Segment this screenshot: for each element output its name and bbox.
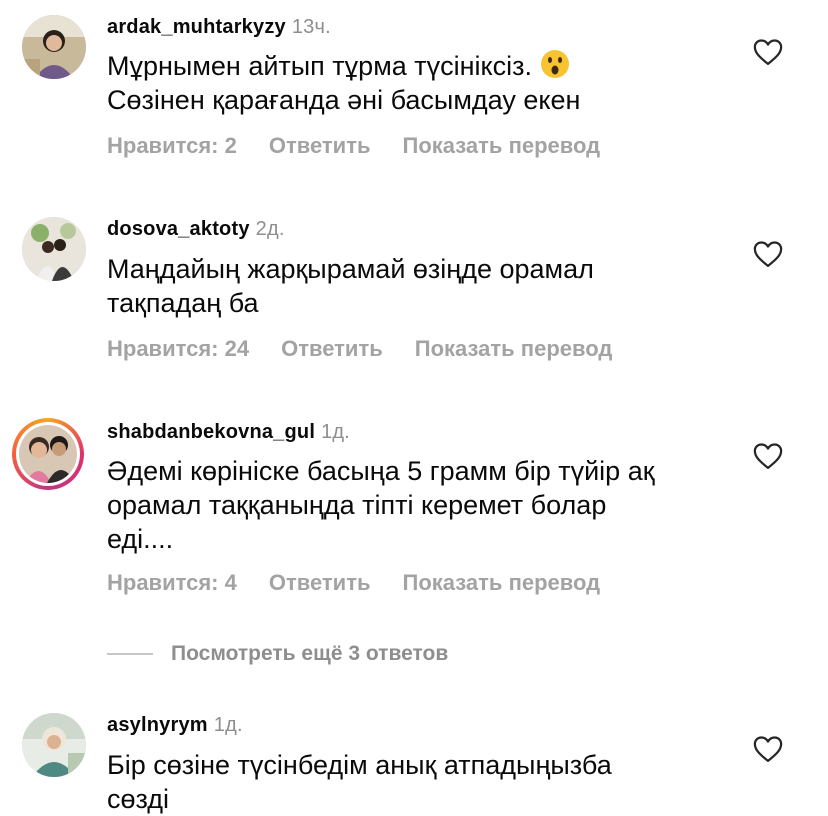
avatar[interactable] — [12, 418, 84, 490]
comment-username[interactable]: dosova_aktoty — [107, 218, 250, 240]
reply-button[interactable]: Ответить — [269, 570, 371, 595]
view-more-replies-label: Посмотреть ещё 3 ответов — [171, 642, 449, 665]
comment-text-line: орамал таққаныңда тіпті керемет болар — [107, 490, 607, 520]
comment-timestamp: 13ч. — [291, 16, 331, 38]
comment-text-line: Маңдайың жарқырамай өзіңде орамал — [107, 254, 594, 284]
comment-timestamp: 1д. — [213, 714, 243, 736]
comment-text-line: сөзді — [107, 784, 170, 814]
likes-count-button[interactable]: Нравится: 2 — [107, 133, 237, 158]
heart-outline-icon[interactable] — [753, 240, 783, 268]
reply-button[interactable]: Ответить — [269, 133, 371, 158]
comment-username[interactable]: ardak_muhtarkyzy — [107, 16, 286, 38]
astonished-face-emoji-icon — [540, 49, 570, 79]
comment-username[interactable]: asylnyrym — [107, 714, 208, 736]
comment-text: Маңдайың жарқырамай өзіңде орамал тақпад… — [107, 252, 747, 320]
comment-text: Әдемі көрініске басыңа 5 грамм бір түйір… — [107, 454, 747, 556]
show-translation-button[interactable]: Показать перевод — [403, 133, 601, 158]
heart-outline-icon[interactable] — [753, 735, 783, 763]
comment-text: Мұрнымен айтып тұрма түсініксіз. Сөзінен… — [107, 49, 747, 117]
comment-text: Бір сөзіне түсінбедім анық атпадыңызба с… — [107, 748, 747, 816]
avatar[interactable] — [22, 217, 86, 281]
reply-button[interactable]: Ответить — [281, 336, 383, 361]
comment-text-line: Бір сөзіне түсінбедім анық атпадыңызба — [107, 750, 612, 780]
comment-text-line: Әдемі көрініске басыңа 5 грамм бір түйір… — [107, 456, 655, 486]
comment-text-line: Мұрнымен айтып тұрма түсініксіз. — [107, 51, 533, 81]
show-translation-button[interactable]: Показать перевод — [415, 336, 613, 361]
comment-timestamp: 2д. — [255, 218, 285, 240]
likes-count-button[interactable]: Нравится: 4 — [107, 570, 237, 595]
likes-count-button[interactable]: Нравится: 24 — [107, 336, 249, 361]
avatar-image — [22, 713, 86, 777]
avatar[interactable] — [22, 713, 86, 777]
avatar-image — [19, 425, 77, 483]
comment-text-line: тақпадаң ба — [107, 288, 259, 318]
heart-outline-icon[interactable] — [753, 38, 783, 66]
show-translation-button[interactable]: Показать перевод — [403, 570, 601, 595]
avatar[interactable] — [22, 15, 86, 79]
comment-text-line: еді.... — [107, 524, 174, 554]
comment-text-line: Сөзінен қарағанда әні басымдау екен — [107, 85, 581, 115]
avatar-image — [22, 15, 86, 79]
heart-outline-icon[interactable] — [753, 442, 783, 470]
replies-divider — [107, 653, 153, 655]
comment-username[interactable]: shabdanbekovna_gul — [107, 421, 315, 443]
avatar-image — [22, 217, 86, 281]
comment-timestamp: 1д. — [321, 421, 351, 443]
view-more-replies-button[interactable]: Посмотреть ещё 3 ответов — [107, 642, 448, 668]
